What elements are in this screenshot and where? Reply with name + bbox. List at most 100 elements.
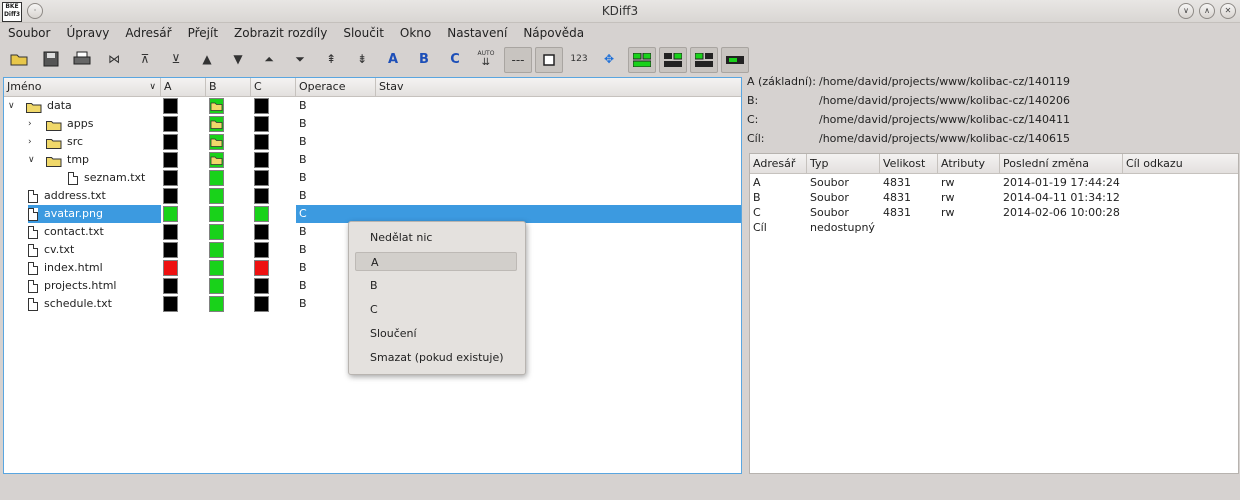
print-icon[interactable] [71,47,93,71]
minimize-button[interactable]: ∨ [1178,3,1194,19]
info-label: B: [747,94,759,107]
menu-okno[interactable]: Okno [392,23,439,43]
details-cell: 2014-02-06 10:00:28 [1003,206,1120,219]
header-status[interactable]: Stav [376,78,741,96]
details-header-link[interactable]: Cíl odkazu [1123,154,1238,173]
expand-arrow-icon[interactable]: › [28,133,32,151]
collapse-arrow-icon[interactable]: ∨ [8,97,15,115]
details-header-modified[interactable]: Poslední změna [1000,154,1123,173]
details-cell: A [753,176,761,189]
show-whitespace-chars-button[interactable] [535,47,563,73]
tree-row[interactable]: › apps B [4,115,741,133]
tree-row-label: tmp [67,153,90,166]
status-swatch-b [209,260,224,276]
prev-conflict-icon[interactable]: ⏶ [258,47,280,71]
tree-row-operation[interactable]: B [296,133,741,151]
prev-unsolved-icon[interactable]: ⇞ [320,47,342,71]
cm-merge[interactable]: Sloučení [355,324,517,343]
menu-zobrazit-rozdily[interactable]: Zobrazit rozdíly [226,23,335,43]
next-unsolved-icon[interactable]: ⇟ [351,47,373,71]
show-whitespace-button[interactable]: --- [504,47,532,73]
select-a-button[interactable]: A [382,47,404,71]
menu-upravy[interactable]: Úpravy [58,23,117,43]
header-operation[interactable]: Operace [296,78,376,96]
header-name[interactable]: Jméno ∨ [4,78,161,96]
window-b-button[interactable] [659,47,687,73]
tree-row-name[interactable]: avatar.png [28,205,161,223]
go-top-icon[interactable]: ⊼ [134,47,156,71]
tree-row-operation[interactable]: B [296,97,741,115]
tree-row-name[interactable]: src [46,133,161,151]
menu-napoveda[interactable]: Nápověda [515,23,592,43]
cm-do-nothing[interactable]: Nedělat nic [355,228,517,247]
details-header: Adresář Typ Velikost Atributy Poslední z… [750,154,1238,174]
tree-row-name[interactable]: schedule.txt [28,295,161,313]
status-swatch-a [163,260,178,276]
status-swatch-b [209,242,224,258]
next-delta-icon[interactable]: ▼ [227,47,249,71]
prev-delta-icon[interactable]: ▲ [196,47,218,71]
expand-arrow-icon[interactable]: › [28,115,32,133]
details-header-type[interactable]: Typ [807,154,880,173]
status-swatch-c [254,206,269,222]
tree-row-name[interactable]: cv.txt [28,241,161,259]
tree-row-operation[interactable]: B [296,169,741,187]
window-a-button[interactable] [628,47,656,73]
tree-row[interactable]: › src B [4,133,741,151]
menu-prejit[interactable]: Přejít [180,23,226,43]
tree-row-label: contact.txt [44,225,104,238]
cm-a[interactable]: A [355,252,517,271]
line-numbers-button[interactable]: 123 [568,47,590,71]
go-bottom-icon[interactable]: ⊻ [165,47,187,71]
window-output-button[interactable] [721,47,749,73]
tree-row-name[interactable]: seznam.txt [68,169,161,187]
info-label: C: [747,113,759,126]
tree-row-name[interactable]: index.html [28,259,161,277]
header-b[interactable]: B [206,78,251,96]
file-icon [68,171,78,185]
menu-adresar[interactable]: Adresář [117,23,179,43]
cm-b[interactable]: B [355,276,517,295]
window-c-button[interactable] [690,47,718,73]
tree-row-name[interactable]: data [26,97,161,115]
collapse-arrow-icon[interactable]: ∨ [28,151,35,169]
select-b-button[interactable]: B [413,47,435,71]
tree-row-label: src [67,135,84,148]
open-folder-icon[interactable] [8,47,30,71]
maximize-button[interactable]: ∧ [1199,3,1215,19]
status-swatch-b [209,116,224,132]
details-cell: C [753,206,761,219]
tree-row[interactable]: ∨ data B [4,97,741,115]
menu-soubor[interactable]: Soubor [0,23,58,43]
select-c-button[interactable]: C [444,47,466,71]
save-icon[interactable] [40,47,62,71]
status-swatch-c [254,296,269,312]
move-to-current-icon[interactable]: ⋈ [103,47,125,71]
tree-row-name[interactable]: apps [46,115,161,133]
tree-row[interactable]: address.txt B [4,187,741,205]
tree-row-name[interactable]: projects.html [28,277,161,295]
details-header-dir[interactable]: Adresář [750,154,807,173]
tree-row-name[interactable]: contact.txt [28,223,161,241]
tree-row-operation[interactable]: B [296,115,741,133]
tree-row-operation[interactable]: B [296,151,741,169]
header-c[interactable]: C [251,78,296,96]
menu-nastaveni[interactable]: Nastavení [439,23,515,43]
auto-solve-button[interactable]: AUTO ⇊ [475,47,497,71]
file-details-table[interactable]: Adresář Typ Velikost Atributy Poslední z… [749,153,1239,474]
header-a[interactable]: A [161,78,206,96]
tree-row-name[interactable]: address.txt [28,187,161,205]
next-conflict-icon[interactable]: ⏷ [289,47,311,71]
cm-c[interactable]: C [355,300,517,319]
tree-row-name[interactable]: tmp [46,151,161,169]
tree-row[interactable]: seznam.txt B [4,169,741,187]
tree-row[interactable]: ∨ tmp B [4,151,741,169]
close-button[interactable]: ✕ [1220,3,1236,19]
tree-row-operation[interactable]: B [296,187,741,205]
toggle-split-icon[interactable]: ✥ [598,47,620,71]
menu-sloucit[interactable]: Sloučit [335,23,392,43]
details-header-attr[interactable]: Atributy [938,154,1000,173]
status-swatch-a [163,134,178,150]
details-header-size[interactable]: Velikost [880,154,938,173]
cm-delete[interactable]: Smazat (pokud existuje) [355,348,517,367]
